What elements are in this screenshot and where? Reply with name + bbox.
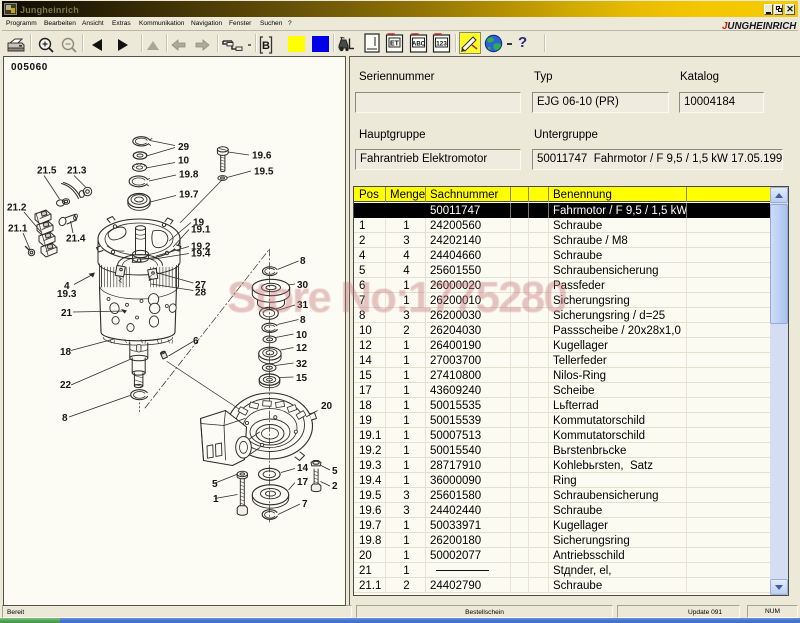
svg-text:123: 123 — [436, 40, 447, 47]
svg-text:1: 1 — [213, 494, 219, 505]
svg-text:19.6: 19.6 — [252, 151, 272, 162]
svg-text:28: 28 — [195, 288, 207, 299]
svg-text:20: 20 — [321, 401, 333, 412]
svg-text:8: 8 — [300, 256, 306, 267]
svg-text:21.4: 21.4 — [66, 234, 86, 245]
svg-text:21.2: 21.2 — [7, 203, 27, 214]
svg-text:21.3: 21.3 — [67, 166, 87, 177]
svg-text:6: 6 — [193, 336, 199, 347]
svg-text:5: 5 — [332, 466, 338, 477]
svg-text:10: 10 — [296, 330, 308, 341]
svg-text:15: 15 — [296, 373, 308, 384]
svg-text:21: 21 — [61, 308, 73, 319]
svg-text:19.8: 19.8 — [179, 170, 199, 181]
svg-text:ET: ET — [390, 41, 400, 48]
svg-text:18: 18 — [60, 347, 72, 358]
svg-text:19.5: 19.5 — [254, 167, 274, 178]
svg-text:21.1: 21.1 — [8, 224, 28, 235]
svg-text:21.5: 21.5 — [37, 166, 57, 177]
svg-text:2: 2 — [332, 481, 338, 492]
svg-text:32: 32 — [296, 359, 308, 370]
svg-text:17: 17 — [297, 477, 309, 488]
svg-text:19.3: 19.3 — [57, 289, 77, 300]
svg-text:12: 12 — [296, 343, 308, 354]
svg-text:22: 22 — [60, 380, 72, 391]
svg-text:19.4: 19.4 — [191, 249, 211, 260]
svg-text:14: 14 — [297, 463, 309, 474]
svg-text:7: 7 — [302, 499, 308, 510]
svg-text:10: 10 — [178, 156, 190, 167]
svg-text:19.7: 19.7 — [179, 190, 199, 201]
svg-text:19.1: 19.1 — [191, 225, 211, 236]
svg-text:B: B — [262, 40, 270, 52]
svg-text:8: 8 — [62, 413, 68, 424]
svg-text:ABC: ABC — [412, 41, 426, 47]
svg-text:5: 5 — [212, 479, 218, 490]
svg-text:29: 29 — [178, 142, 190, 153]
